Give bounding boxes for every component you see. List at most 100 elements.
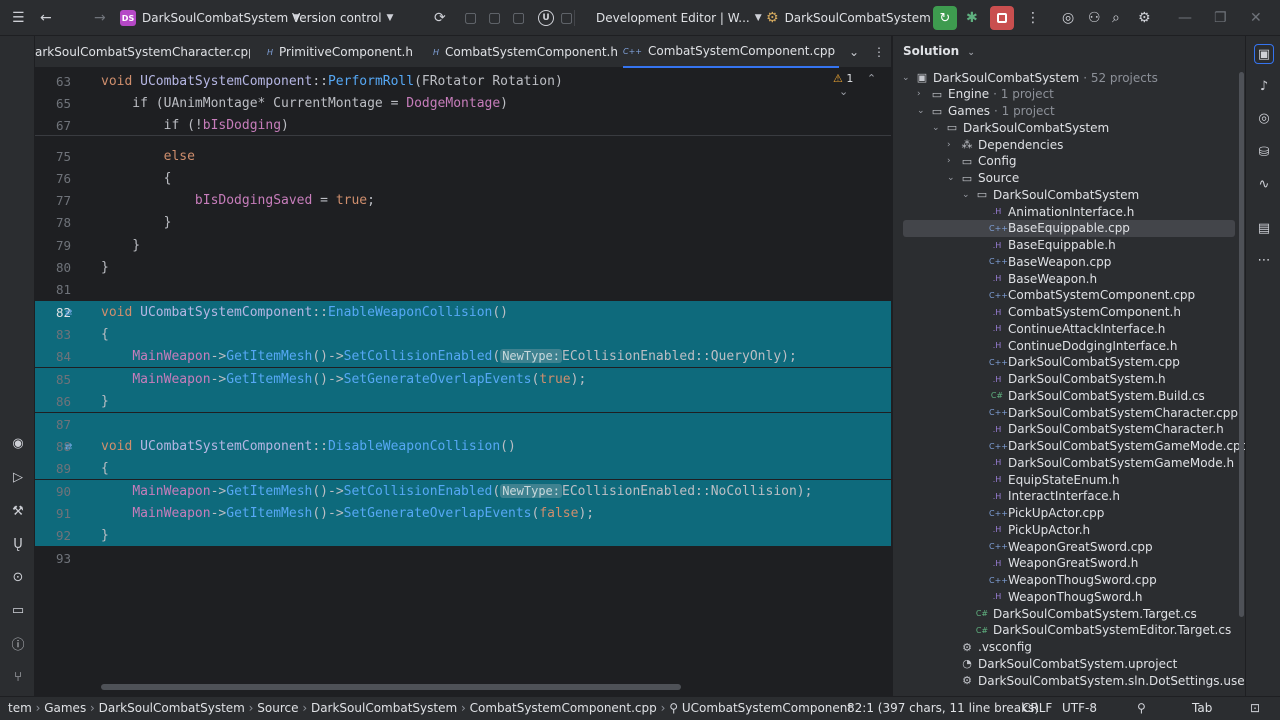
code-line[interactable]: 93 — [35, 547, 891, 569]
tree-folder-item[interactable]: › ⁂ Dependencies — [947, 136, 1063, 153]
chevron-down-icon[interactable]: ⌄ — [917, 106, 929, 116]
line-ending[interactable]: CRLF — [1022, 701, 1052, 715]
tree-file-item[interactable]: C++ BaseWeapon.cpp — [977, 253, 1111, 270]
add-user-icon[interactable]: ⚇ — [1088, 0, 1101, 36]
commit-icon[interactable]: ◉ — [9, 434, 27, 452]
version-control-menu[interactable]: Version control ▼ — [292, 0, 393, 36]
tree-file-item[interactable]: C# DarkSoulCombatSystem.Target.cs — [962, 605, 1197, 622]
breadcrumb-item[interactable]: DarkSoulCombatSystem — [99, 701, 245, 715]
code-line[interactable]: 92} — [35, 524, 891, 546]
prev-highlight-icon[interactable]: ⌃ — [867, 72, 876, 85]
chevron-right-icon[interactable]: › — [947, 156, 959, 166]
tabs-more-icon[interactable]: ⋮ — [873, 36, 885, 68]
breadcrumb-item[interactable]: DarkSoulCombatSystem — [311, 701, 457, 715]
code-line[interactable]: 82 ⇄ void UCombatSystemComponent::EnableWe… — [35, 301, 891, 323]
code-line[interactable]: 80} — [35, 256, 891, 278]
tree-file-item[interactable]: .H CombatSystemComponent.h — [977, 304, 1181, 321]
horizontal-scrollbar[interactable] — [101, 684, 681, 690]
back-arrow-icon[interactable]: ← — [40, 0, 52, 36]
code-line[interactable]: 76 { — [35, 167, 891, 189]
code-editor[interactable]: 75 else 76 {77 bIsDodgingSaved = true; 78 … — [35, 68, 891, 696]
tree-file-item[interactable]: C++ WeaponGreatSword.cpp — [977, 538, 1153, 555]
breadcrumb-item[interactable]: UCombatSystemComponent — [682, 701, 852, 715]
refresh-icon[interactable]: ⟳ — [434, 0, 446, 36]
database-icon[interactable]: ⛁ — [1254, 142, 1274, 162]
lock-icon[interactable]: ⊡ — [1250, 701, 1260, 715]
close-window-icon[interactable]: ✕ — [1250, 0, 1262, 36]
code-line[interactable]: 87 — [35, 413, 891, 435]
restore-icon[interactable]: ❐ — [1214, 0, 1227, 36]
tree-file-item[interactable]: .H WeaponThougSword.h — [977, 588, 1143, 605]
tab-primitive-component-h[interactable]: H PrimitiveComponent.h — [267, 36, 413, 68]
indent-setting[interactable]: Tab — [1192, 701, 1212, 715]
code-line[interactable]: 78 } — [35, 211, 891, 233]
tree-file-item[interactable]: ⚙ .vsconfig — [947, 639, 1032, 656]
chevron-down-icon[interactable]: ⌄ — [932, 123, 944, 133]
breadcrumb-item[interactable]: CombatSystemComponent.cpp — [470, 701, 657, 715]
unreal-icon[interactable]: U — [538, 0, 554, 36]
tree-file-item[interactable]: ⚙ DarkSoulCombatSystem.sln.DotSettings.us… — [947, 672, 1245, 689]
code-style-icon[interactable]: ⚲ — [1137, 701, 1146, 715]
chevron-down-icon[interactable]: ⌄ — [947, 173, 959, 183]
code-line[interactable]: 75 else — [35, 145, 891, 167]
unit-tests-icon[interactable]: Ų — [9, 535, 27, 553]
tree-file-item[interactable]: .H EquipStateEnum.h — [977, 471, 1120, 488]
code-line[interactable]: 88 ⇄ void UCombatSystemComponent::DisableW… — [35, 435, 891, 457]
tab-combat-system-component-cpp[interactable]: C++ CombatSystemComponent.cpp ✕ — [623, 36, 839, 68]
code-line[interactable]: 83 { — [35, 323, 891, 345]
sticky-line[interactable]: 63 void UCombatSystemComponent::PerformR… — [35, 70, 891, 92]
chevron-down-icon[interactable]: ⌄ — [962, 190, 974, 200]
tree-file-item[interactable]: .H ContinueAttackInterface.h — [977, 320, 1166, 337]
tree-file-item[interactable]: C++ PickUpActor.cpp — [977, 505, 1104, 522]
run-tool-icon[interactable]: ▷ — [9, 468, 27, 486]
override-gutter-icon[interactable]: ⇄ — [65, 439, 72, 453]
build-tool-icon[interactable]: ⚒ — [9, 502, 27, 520]
services-icon[interactable]: ⊙ — [9, 568, 27, 586]
tree-file-item[interactable]: C++ DarkSoulCombatSystem.cpp — [977, 354, 1180, 371]
debug-button[interactable]: ✱ — [966, 0, 978, 36]
tree-folder-item[interactable]: ⌄ ▭ DarkSoulCombatSystem — [932, 119, 1109, 136]
cancel-build-icon[interactable]: ▢ — [560, 0, 573, 36]
tree-file-item[interactable]: .H DarkSoulCombatSystem.h — [977, 371, 1166, 388]
tab-combat-system-component-h[interactable]: H CombatSystemComponent.h — [433, 36, 618, 68]
tree-file-item[interactable]: C++ DarkSoulCombatSystemGameMode.cpp — [977, 438, 1245, 455]
next-highlight-icon[interactable]: ⌄ — [839, 85, 848, 98]
tree-folder-item[interactable]: ⌄ ▣ DarkSoulCombatSystem · 52 projects — [902, 69, 1158, 86]
ai-assistant-icon[interactable]: ◎ — [1062, 0, 1074, 36]
more-options-icon[interactable]: ⋮ — [1026, 0, 1040, 36]
sticky-line[interactable]: 65 if (UAnimMontage* CurrentMontage = Do… — [35, 92, 891, 114]
tree-file-item[interactable]: .H ContinueDodgingInterface.h — [977, 337, 1178, 354]
tree-file-item[interactable]: C# DarkSoulCombatSystem.Build.cs — [977, 387, 1205, 404]
code-line[interactable]: 77 bIsDodgingSaved = true; — [35, 189, 891, 211]
code-line[interactable]: 81 — [35, 278, 891, 300]
caret-position[interactable]: 82:1 (397 chars, 11 line breaks) — [847, 701, 1039, 715]
run-target-selector[interactable]: ⚙ DarkSoulCombatSystem ▼ — [766, 0, 943, 36]
breadcrumb-item[interactable]: tem — [8, 701, 32, 715]
more-tools-icon[interactable]: ⋯ — [1254, 250, 1274, 270]
code-line[interactable]: 89 { — [35, 457, 891, 479]
clean-icon[interactable]: ▢ — [512, 0, 525, 36]
stop-button[interactable] — [990, 0, 1014, 36]
tree-folder-item[interactable]: ⌄ ▭ Games · 1 project — [917, 103, 1055, 120]
breadcrumb-item[interactable]: Games — [44, 701, 86, 715]
tree-file-item[interactable]: C++ BaseEquippable.cpp — [903, 219, 1235, 237]
settings-gear-icon[interactable]: ⚙ — [1138, 0, 1151, 36]
rebuild-icon[interactable]: ▢ — [488, 0, 501, 36]
search-icon[interactable]: ⌕ — [1112, 0, 1120, 36]
project-selector[interactable]: DS DarkSoulCombatSystem ▼ — [120, 0, 300, 36]
chevron-right-icon[interactable]: › — [917, 89, 929, 99]
run-button[interactable]: ↻ — [933, 0, 957, 36]
file-encoding[interactable]: UTF-8 — [1062, 701, 1097, 715]
tree-folder-item[interactable]: ⌄ ▭ DarkSoulCombatSystem — [962, 186, 1139, 203]
tabs-dropdown-icon[interactable]: ⌄ — [849, 36, 859, 68]
code-line[interactable]: 86} — [35, 390, 891, 412]
tree-file-item[interactable]: C++ CombatSystemComponent.cpp — [977, 287, 1195, 304]
tree-file-item[interactable]: .H WeaponGreatSword.h — [977, 555, 1139, 572]
code-line[interactable]: 91 MainWeapon->GetItemMesh()->SetGenerat… — [35, 502, 891, 524]
problems-icon[interactable]: ⓘ — [9, 634, 27, 653]
tree-file-item[interactable]: .H DarkSoulCombatSystemCharacter.h — [977, 421, 1224, 438]
solution-scrollbar[interactable] — [1239, 72, 1244, 617]
code-line[interactable]: 79 } — [35, 234, 891, 256]
build-icon[interactable]: ▢ — [464, 0, 477, 36]
configuration-selector[interactable]: Development Editor | W... ▼ — [596, 0, 762, 36]
